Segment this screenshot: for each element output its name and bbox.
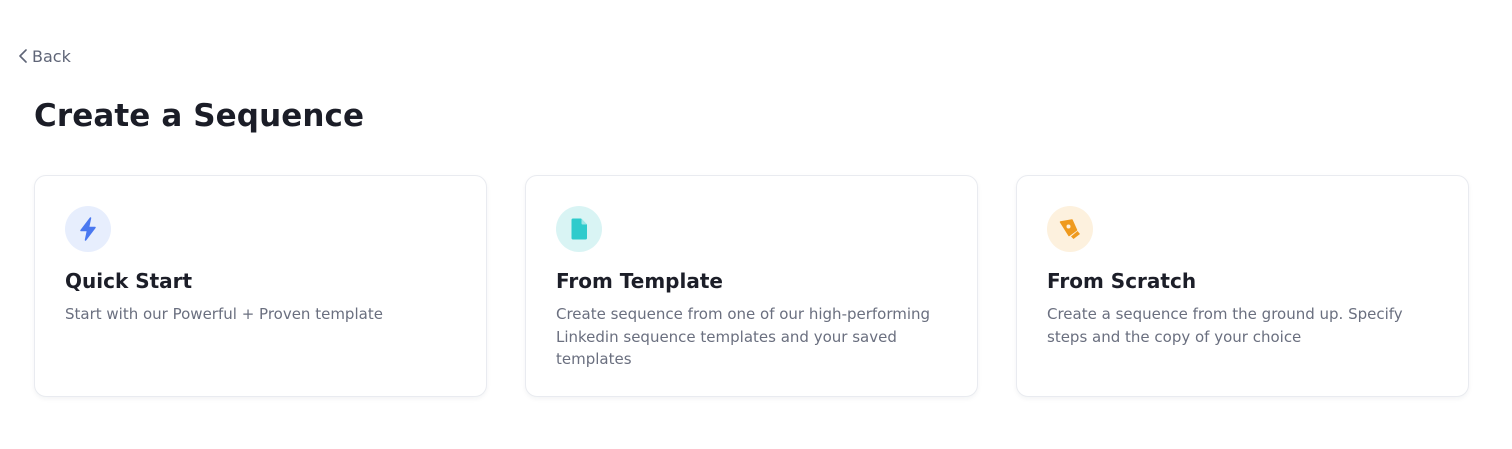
sequence-options: Quick Start Start with our Powerful + Pr… bbox=[34, 175, 1469, 397]
from-template-title: From Template bbox=[556, 269, 723, 293]
from-template-card[interactable]: From Template Create sequence from one o… bbox=[525, 175, 978, 397]
from-template-description: Create sequence from one of our high-per… bbox=[556, 305, 931, 368]
quick-start-description: Start with our Powerful + Proven templat… bbox=[65, 305, 383, 323]
quick-start-card[interactable]: Quick Start Start with our Powerful + Pr… bbox=[34, 175, 487, 397]
from-scratch-card[interactable]: From Scratch Create a sequence from the … bbox=[1016, 175, 1469, 397]
from-template-icon-badge bbox=[556, 206, 602, 252]
document-icon bbox=[571, 218, 587, 240]
lightning-bolt-icon bbox=[80, 217, 96, 241]
back-link[interactable]: Back bbox=[17, 45, 71, 67]
from-scratch-icon-badge bbox=[1047, 206, 1093, 252]
from-scratch-description: Create a sequence from the ground up. Sp… bbox=[1047, 305, 1403, 346]
chevron-left-icon bbox=[19, 49, 27, 63]
page-title: Create a Sequence bbox=[34, 98, 365, 134]
pen-tool-icon bbox=[1059, 219, 1080, 239]
quick-start-title: Quick Start bbox=[65, 269, 193, 293]
quick-start-icon-badge bbox=[65, 206, 111, 252]
from-scratch-title: From Scratch bbox=[1047, 269, 1197, 293]
back-label: Back bbox=[32, 46, 71, 66]
